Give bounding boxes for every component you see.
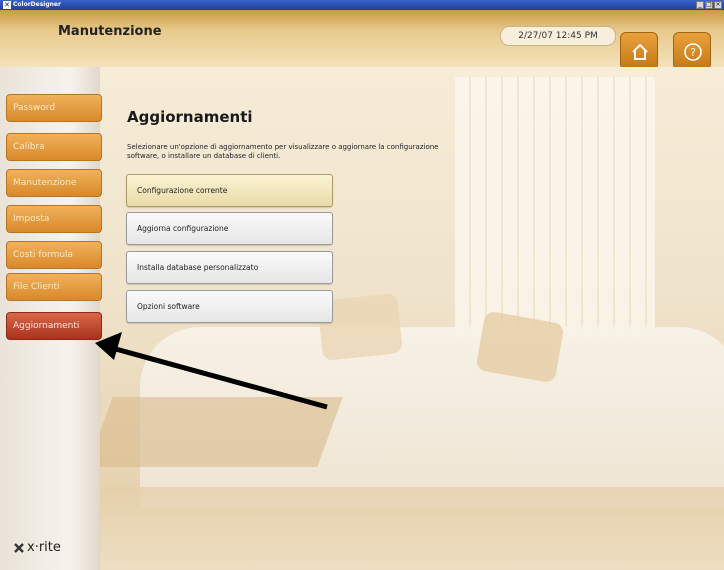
app-icon: ✕	[3, 1, 11, 9]
background-window	[455, 77, 655, 337]
xrite-logo-text: x·rite	[27, 540, 61, 555]
page-description: Selezionare un'opzione di aggiornamento …	[127, 143, 439, 160]
maximize-button[interactable]: □	[705, 1, 713, 9]
page-title: Aggiornamenti	[127, 108, 253, 126]
home-icon	[632, 43, 648, 60]
option-configurazione-corrente[interactable]: Configurazione corrente	[126, 174, 333, 207]
background-floor	[100, 487, 724, 570]
sidebar-item-costi-formula[interactable]: Costi formula	[6, 241, 102, 269]
sidebar-item-imposta[interactable]: Imposta	[6, 205, 102, 233]
page-header-title: Manutenzione	[58, 24, 162, 39]
window-title-bar: ✕ ColorDesigner _ □ ×	[0, 0, 724, 10]
xrite-logo: x·rite	[14, 540, 61, 555]
option-opzioni-software[interactable]: Opzioni software	[126, 290, 333, 323]
option-aggiorna-configurazione[interactable]: Aggiorna configurazione	[126, 212, 333, 245]
minimize-button[interactable]: _	[696, 1, 704, 9]
svg-text:?: ?	[690, 46, 696, 59]
help-button[interactable]: ?	[673, 32, 711, 70]
background-table	[100, 397, 343, 467]
home-button[interactable]	[620, 32, 658, 70]
sidebar-item-calibra[interactable]: Calibra	[6, 133, 102, 161]
sidebar-item-aggiornamenti[interactable]: Aggiornamenti	[6, 312, 102, 340]
sidebar-item-password[interactable]: Password	[6, 94, 102, 122]
help-icon: ?	[684, 43, 702, 61]
datetime-display: 2/27/07 12:45 PM	[500, 26, 616, 46]
window-title: ColorDesigner	[13, 1, 61, 8]
sidebar-item-file-clienti[interactable]: File Clienti	[6, 273, 102, 301]
close-button[interactable]: ×	[714, 1, 722, 9]
sidebar-item-manutenzione[interactable]: Manutenzione	[6, 169, 102, 197]
window-controls: _ □ ×	[696, 1, 722, 9]
option-installa-database[interactable]: Installa database personalizzato	[126, 251, 333, 284]
xrite-logo-icon	[14, 542, 24, 553]
app-header: Manutenzione 2/27/07 12:45 PM ?	[0, 10, 724, 70]
sidebar: Password Calibra Manutenzione Imposta Co…	[0, 67, 102, 570]
